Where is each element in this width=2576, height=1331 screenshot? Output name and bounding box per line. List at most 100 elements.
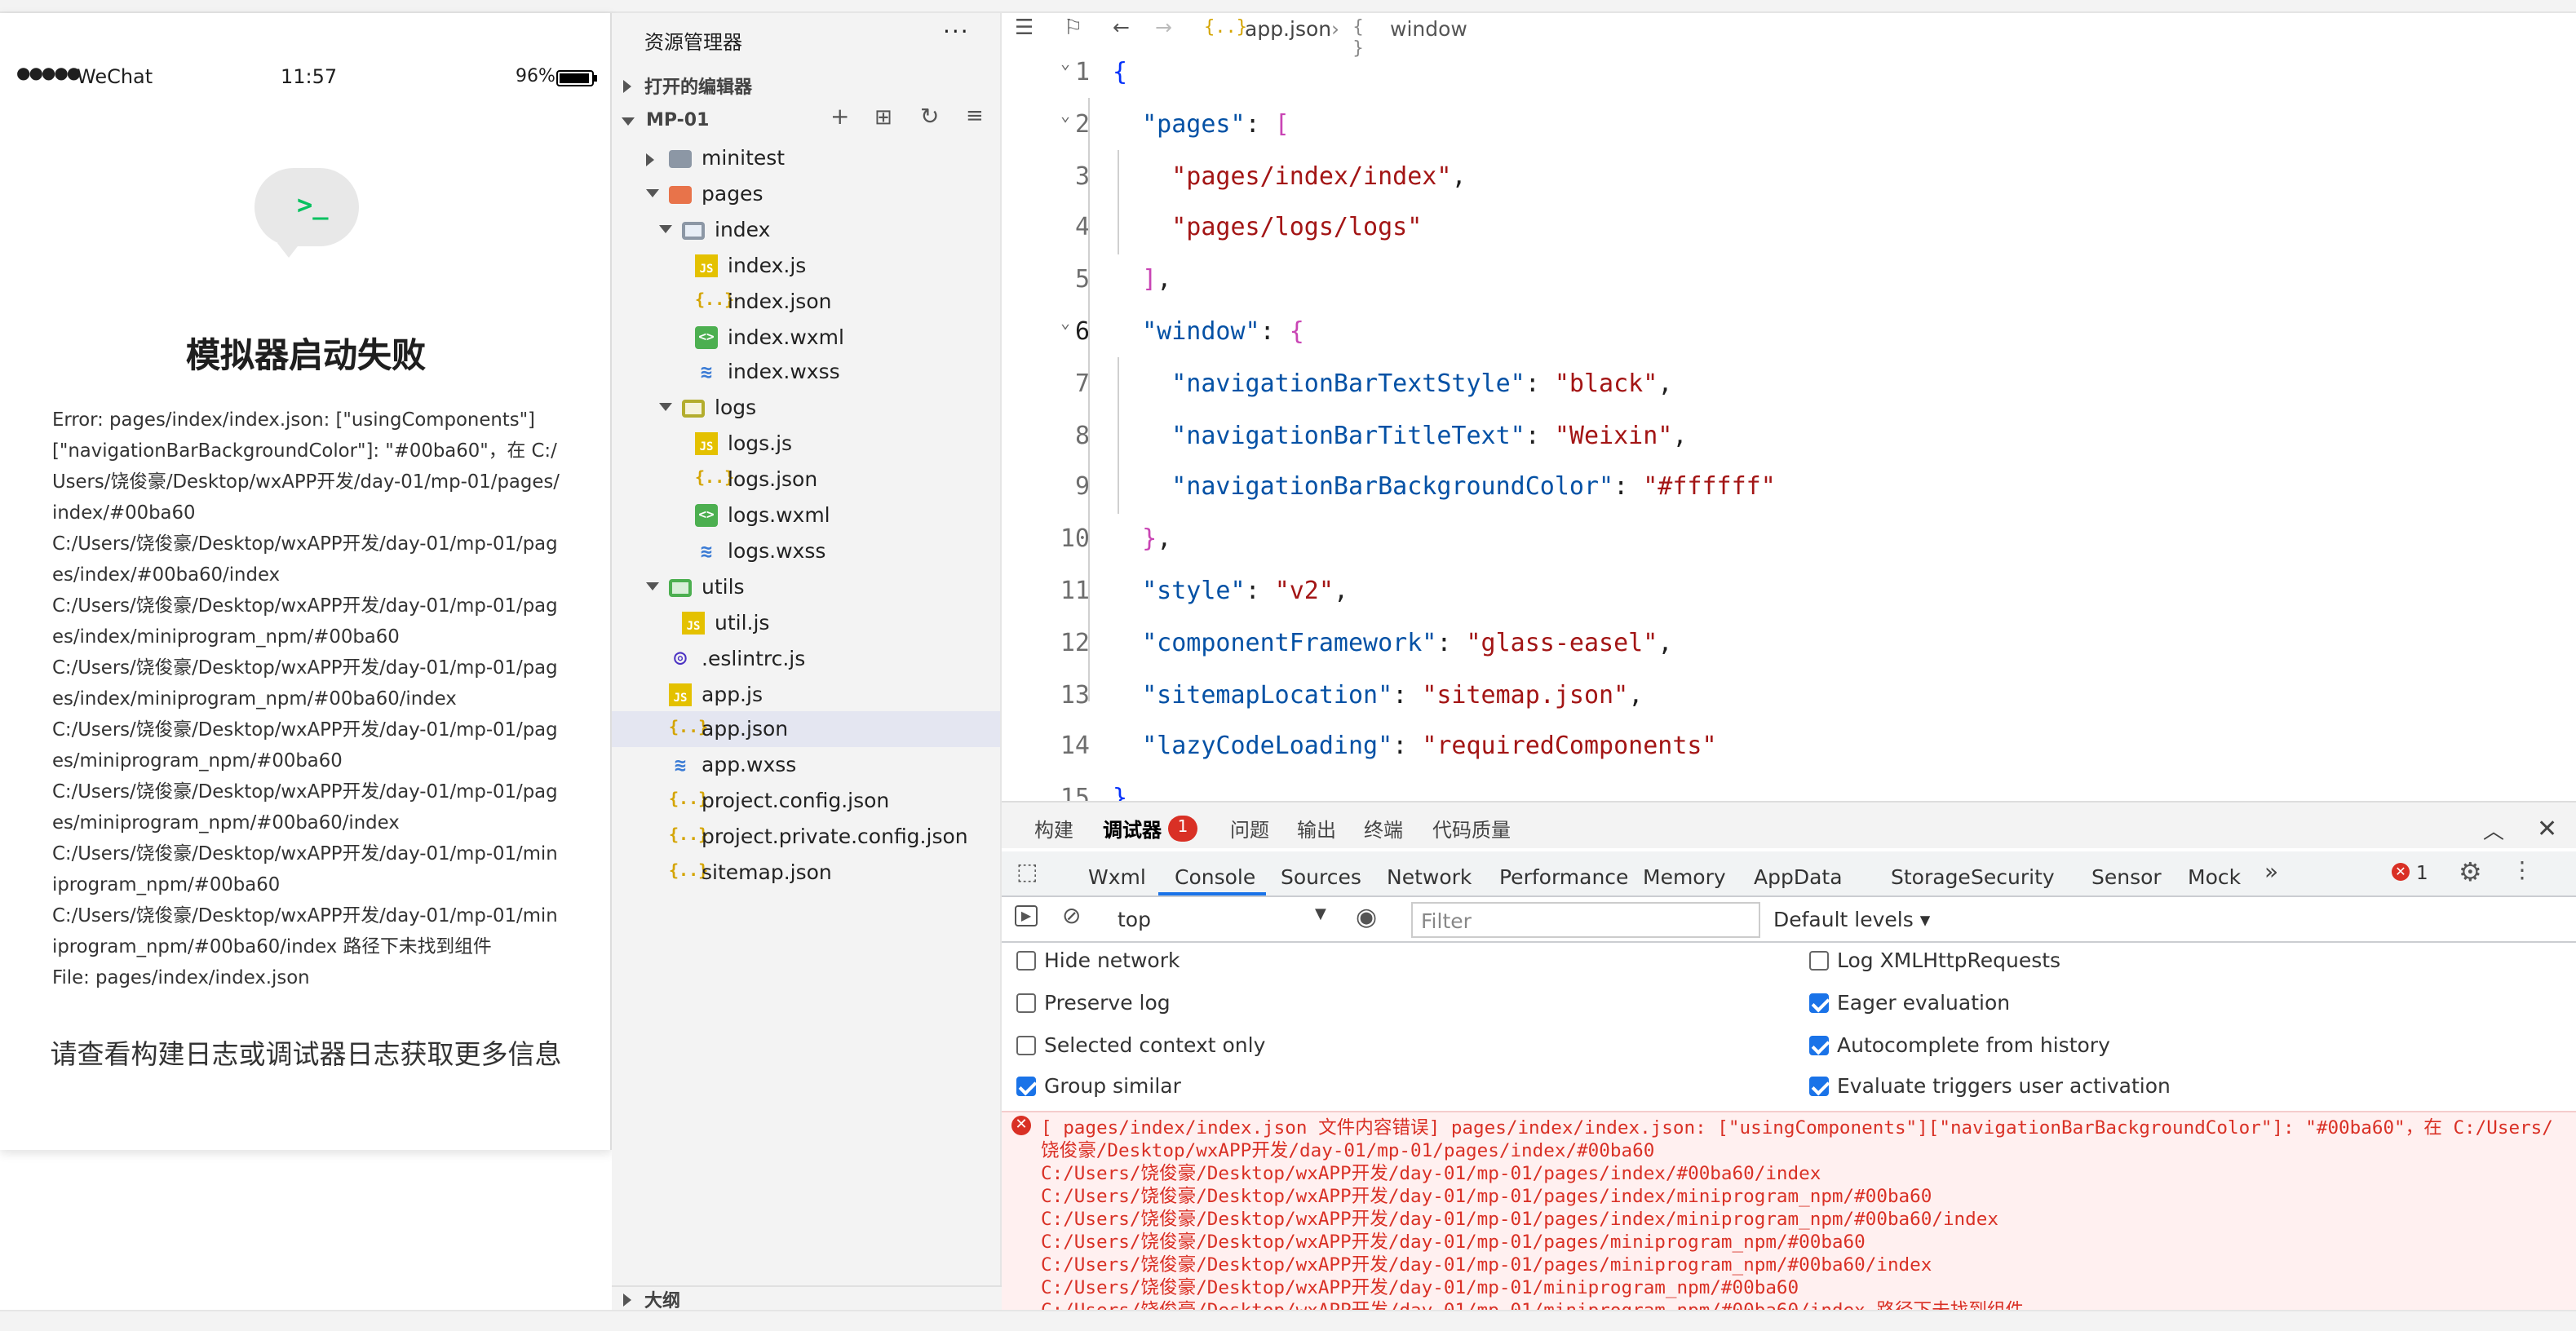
chrome-tab-performance[interactable]: Performance bbox=[1499, 864, 1628, 889]
chrome-tab-appdata[interactable]: AppData bbox=[1754, 864, 1843, 889]
console-error-message[interactable]: [ pages/index/index.json 文件内容错误] pages/i… bbox=[1002, 1111, 2576, 1310]
code-line[interactable]: 9 "navigationBarBackgroundColor": "#ffff… bbox=[1002, 461, 2576, 513]
refresh-icon[interactable]: ↻ bbox=[920, 104, 939, 130]
fold-chevron-icon[interactable]: ⌄ bbox=[1060, 298, 1070, 351]
back-arrow-icon[interactable]: ← bbox=[1113, 15, 1130, 39]
tree-item[interactable]: <> index.wxml bbox=[612, 319, 1000, 355]
chevron-down-icon[interactable] bbox=[646, 188, 659, 197]
open-editors-section[interactable]: 打开的编辑器 bbox=[623, 73, 752, 99]
tree-item[interactable]: {..} logs.json bbox=[612, 462, 1000, 497]
chrome-tab-mock[interactable]: Mock bbox=[2188, 864, 2241, 889]
tree-item[interactable]: {..} app.json bbox=[612, 711, 1000, 748]
list-icon[interactable]: ☰ bbox=[1015, 16, 1033, 41]
code-line[interactable]: 4 "pages/logs/logs" bbox=[1002, 201, 2576, 254]
forward-arrow-icon[interactable]: → bbox=[1155, 15, 1172, 39]
devtools-tab[interactable]: 输出 bbox=[1297, 816, 1336, 843]
chrome-tab-storage[interactable]: Storage bbox=[1891, 864, 1971, 889]
chrome-tab-network[interactable]: Network bbox=[1387, 864, 1472, 889]
new-file-icon[interactable]: + bbox=[830, 104, 849, 130]
code-line[interactable]: 11 "style": "v2", bbox=[1002, 564, 2576, 617]
kebab-menu-icon[interactable]: ⋮ bbox=[2511, 858, 2534, 884]
chevron-down-icon[interactable] bbox=[646, 581, 659, 590]
context-select[interactable]: top ▼ bbox=[1114, 904, 1334, 936]
code-line[interactable]: 5 ], bbox=[1002, 253, 2576, 305]
code-line[interactable]: 10 }, bbox=[1002, 512, 2576, 564]
more-tabs-icon[interactable]: » bbox=[2264, 860, 2278, 886]
code-line[interactable]: 1 ⌄{ bbox=[1002, 46, 2576, 98]
tree-item[interactable]: {..} project.config.json bbox=[612, 783, 1000, 819]
code-line[interactable]: 2 ⌄ "pages": [ bbox=[1002, 98, 2576, 150]
chevron-down-icon[interactable] bbox=[659, 403, 672, 412]
log-levels-select[interactable]: Default levels ▾ bbox=[1773, 907, 1930, 931]
code-line[interactable]: 14 "lazyCodeLoading": "requiredComponent… bbox=[1002, 720, 2576, 772]
sidebar-toggle-icon[interactable]: ▶ bbox=[1015, 905, 1038, 926]
explorer-title: 资源管理器 bbox=[644, 31, 743, 54]
tree-item[interactable]: index bbox=[612, 212, 1000, 248]
code-line[interactable]: 8 "navigationBarTitleText": "Weixin", bbox=[1002, 409, 2576, 461]
tree-item[interactable]: ≋ logs.wxss bbox=[612, 533, 1000, 569]
eye-icon[interactable]: ◉ bbox=[1356, 902, 1377, 931]
tree-item[interactable]: ≋ index.wxss bbox=[612, 355, 1000, 391]
code-line[interactable]: 13 "sitemapLocation": "sitemap.json", bbox=[1002, 668, 2576, 720]
code-line[interactable]: 6 ⌄ "window": { bbox=[1002, 305, 2576, 357]
tree-item[interactable]: pages bbox=[612, 176, 1000, 212]
checkbox[interactable] bbox=[1016, 951, 1036, 971]
chrome-tab-memory[interactable]: Memory bbox=[1643, 864, 1726, 889]
checkbox[interactable] bbox=[1809, 993, 1829, 1013]
tree-item[interactable]: {..} index.json bbox=[612, 283, 1000, 319]
tree-item[interactable]: JS app.js bbox=[612, 676, 1000, 712]
devtools-tab[interactable]: 构建 bbox=[1034, 816, 1073, 843]
devtools-tab[interactable]: 终端 bbox=[1364, 816, 1403, 843]
code-line[interactable]: 12 "componentFramework": "glass-easel", bbox=[1002, 617, 2576, 669]
devtools-tab[interactable]: 代码质量 bbox=[1432, 816, 1511, 843]
devtools-tab[interactable]: 调试器 bbox=[1103, 816, 1162, 843]
more-icon[interactable]: ··· bbox=[943, 20, 970, 46]
checkbox[interactable] bbox=[1016, 1035, 1036, 1055]
breadcrumb-symbol[interactable]: window bbox=[1390, 16, 1467, 41]
tree-item[interactable]: <> logs.wxml bbox=[612, 497, 1000, 533]
chrome-tab-wxml[interactable]: Wxml bbox=[1088, 864, 1146, 889]
gear-icon[interactable]: ⚙ bbox=[2459, 856, 2482, 887]
chrome-tab-sensor[interactable]: Sensor bbox=[2091, 864, 2162, 889]
tree-item[interactable]: ◎ .eslintrc.js bbox=[612, 640, 1000, 676]
code-line[interactable]: 7 "navigationBarTextStyle": "black", bbox=[1002, 357, 2576, 409]
checkbox[interactable] bbox=[1016, 993, 1036, 1013]
tree-item[interactable]: ≋ app.wxss bbox=[612, 748, 1000, 784]
checkbox[interactable] bbox=[1809, 1077, 1829, 1097]
tree-item[interactable]: {..} sitemap.json bbox=[612, 855, 1000, 891]
wxml-file-icon: <> bbox=[695, 504, 718, 527]
filter-input[interactable]: Filter bbox=[1411, 902, 1760, 938]
tree-item[interactable]: JS index.js bbox=[612, 247, 1000, 283]
code-line[interactable]: 3 "pages/index/index", bbox=[1002, 149, 2576, 201]
fold-chevron-icon[interactable]: ⌄ bbox=[1060, 39, 1070, 91]
tree-item[interactable]: utils bbox=[612, 569, 1000, 605]
new-folder-icon[interactable]: ⊞ bbox=[874, 106, 892, 130]
chevron-up-icon[interactable]: ︿ bbox=[2483, 814, 2504, 845]
chrome-tab-sources[interactable]: Sources bbox=[1281, 864, 1361, 889]
clear-console-icon[interactable]: ⊘ bbox=[1062, 904, 1081, 930]
chrome-tab-security[interactable]: Security bbox=[1971, 864, 2055, 889]
project-section[interactable]: MP-01 bbox=[622, 109, 709, 130]
close-icon[interactable]: ✕ bbox=[2537, 814, 2557, 843]
checkbox[interactable] bbox=[1809, 1035, 1829, 1055]
inspect-icon[interactable]: ⬚ bbox=[1016, 860, 1038, 886]
collapse-all-icon[interactable]: ≡ bbox=[966, 104, 984, 129]
bookmark-icon[interactable]: ⚐ bbox=[1064, 16, 1082, 41]
tree-item[interactable]: logs bbox=[612, 391, 1000, 427]
checkbox[interactable] bbox=[1809, 951, 1829, 971]
tree-item[interactable]: JS logs.js bbox=[612, 426, 1000, 462]
fold-chevron-icon[interactable]: ⌄ bbox=[1060, 91, 1070, 144]
tree-item[interactable]: JS util.js bbox=[612, 604, 1000, 640]
checkbox[interactable] bbox=[1016, 1077, 1036, 1097]
code-text: "style": "v2", bbox=[1142, 576, 1348, 605]
tree-item[interactable]: minitest bbox=[612, 140, 1000, 176]
breadcrumb-file[interactable]: app.json bbox=[1245, 16, 1331, 41]
chrome-tab-console[interactable]: Console bbox=[1175, 864, 1255, 889]
chevron-right-icon[interactable] bbox=[646, 153, 654, 166]
error-count-icon[interactable]: ✕ bbox=[2392, 863, 2410, 881]
carrier-label: WeChat bbox=[77, 65, 153, 88]
error-count[interactable]: 1 bbox=[2416, 861, 2428, 884]
devtools-tab[interactable]: 问题 bbox=[1230, 816, 1269, 843]
tree-item[interactable]: {..} project.private.config.json bbox=[612, 819, 1000, 855]
chevron-down-icon[interactable] bbox=[659, 224, 672, 233]
